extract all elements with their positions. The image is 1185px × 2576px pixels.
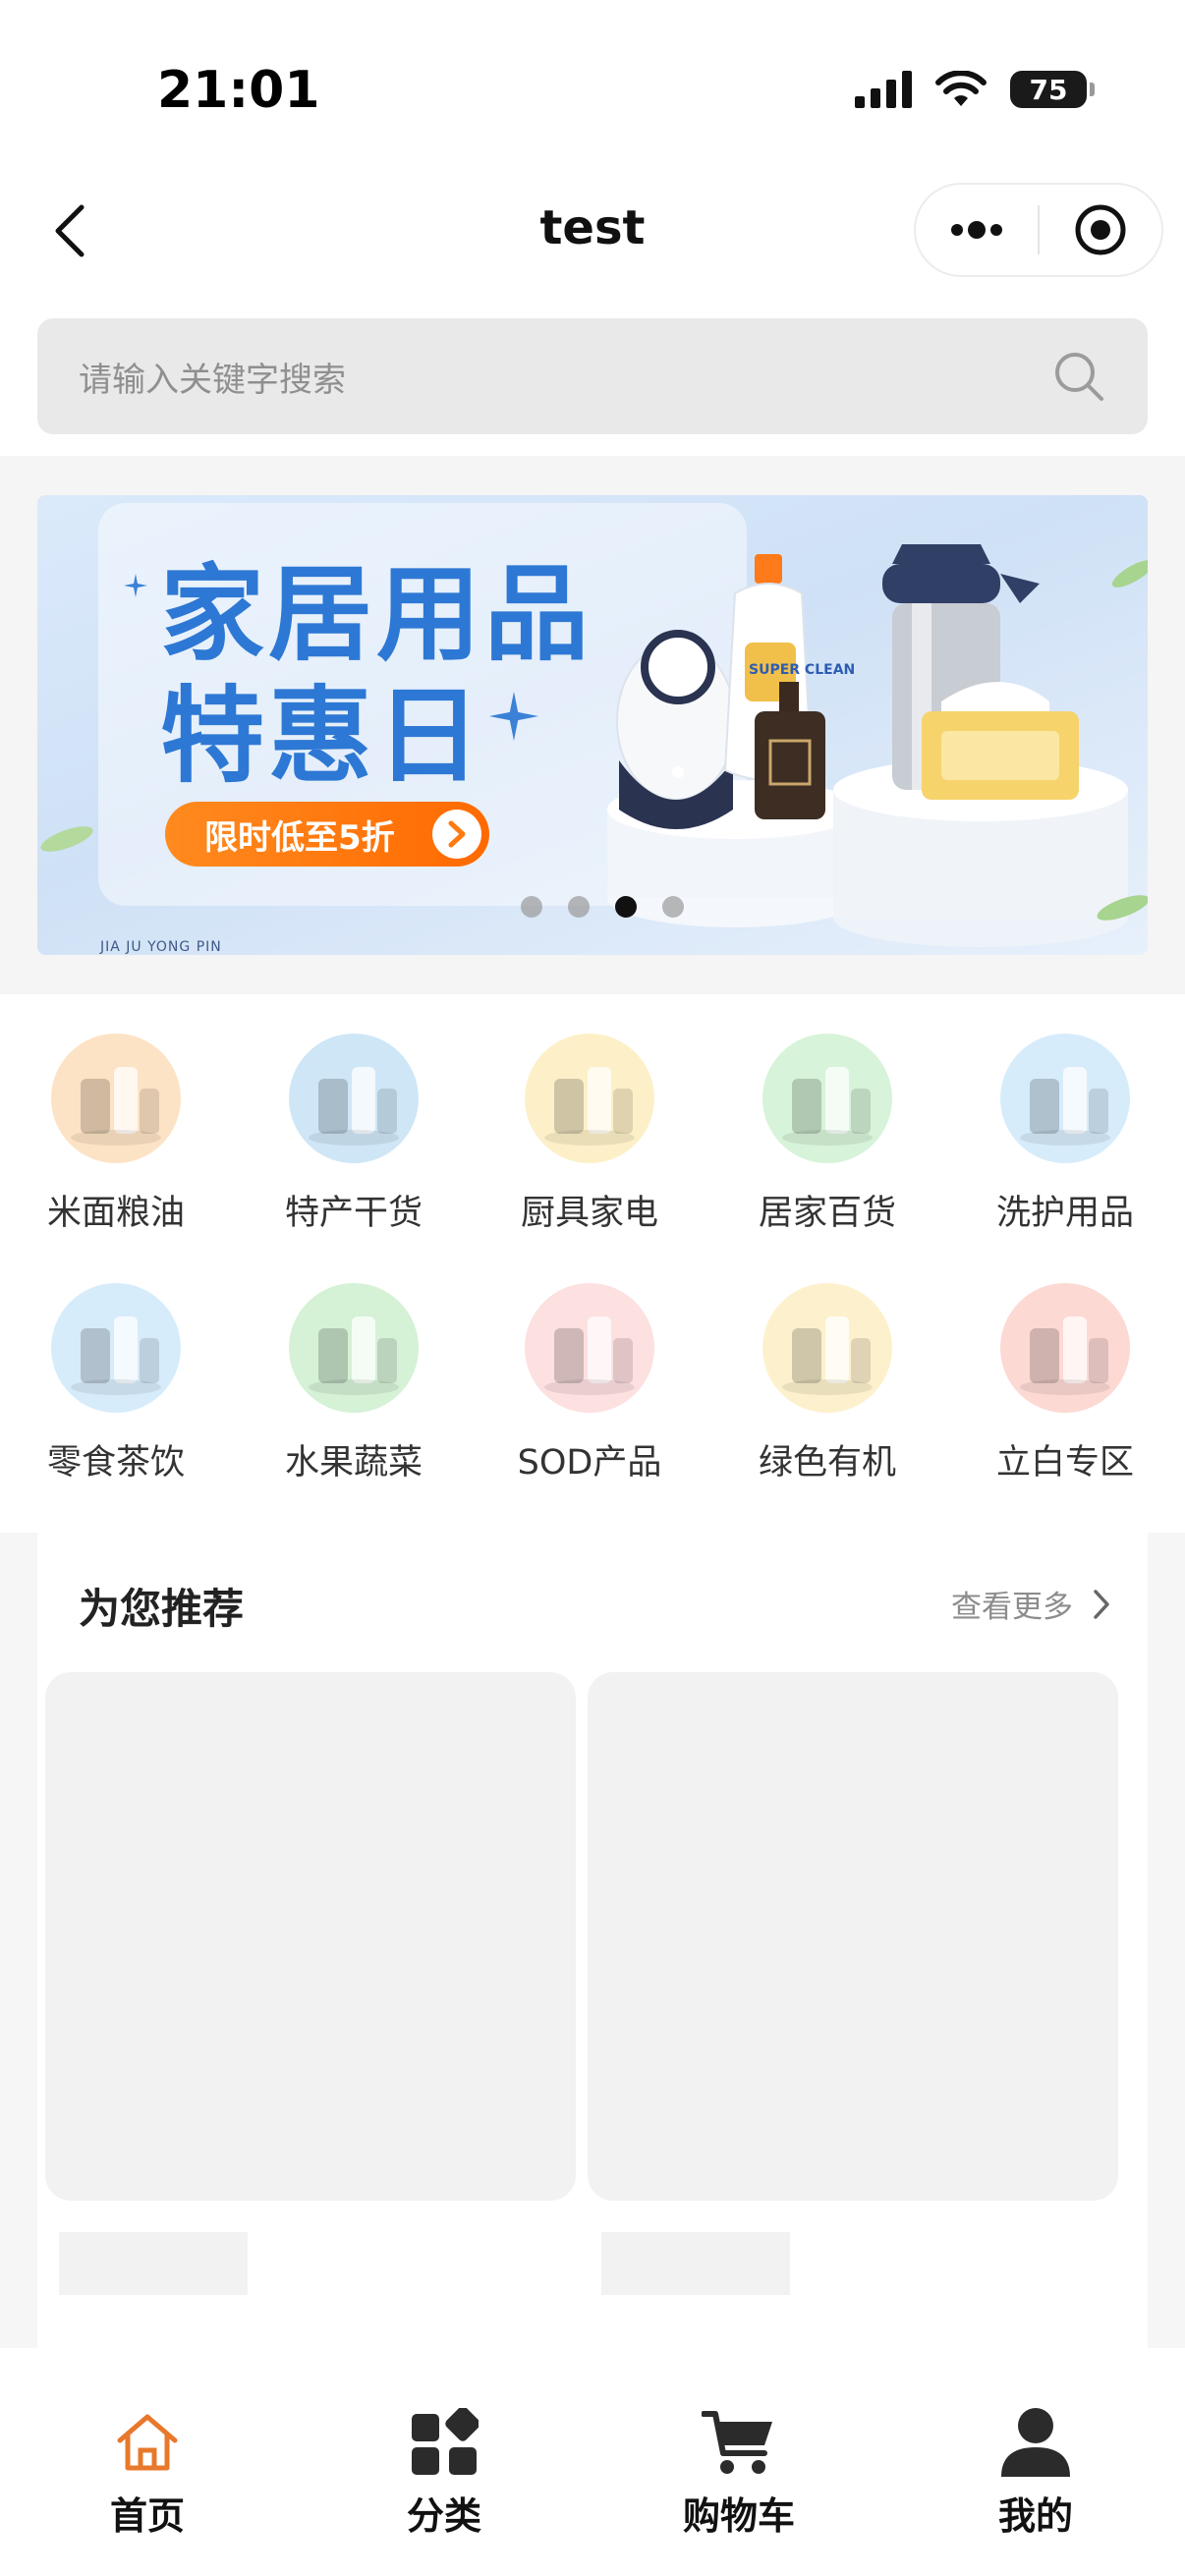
sod-product-icon: [525, 1283, 654, 1413]
battery-icon: 75: [1010, 71, 1095, 108]
carousel-dot[interactable]: [662, 896, 684, 918]
signal-icon: [855, 71, 912, 108]
snacks-tea-icon: [51, 1283, 181, 1413]
search-placeholder: 请输入关键字搜索: [79, 360, 346, 400]
category-item[interactable]: 洗护用品: [967, 1034, 1163, 1235]
category-item[interactable]: 厨具家电: [491, 1034, 688, 1235]
product-image-placeholder[interactable]: [45, 1672, 576, 2201]
category-item[interactable]: SOD产品: [491, 1283, 688, 1484]
banner-section: 家居用品 特惠日 限时低至5折 JIA JU YONG PIN SUPER CL…: [0, 456, 1185, 994]
status-bar: 21:01 75: [0, 0, 1185, 167]
tab-bar: 首页 分类 购物车 我的: [0, 2348, 1185, 2576]
category-label: 特产干货: [284, 1194, 423, 1233]
arrow-right-icon: [432, 810, 481, 859]
tab-cart[interactable]: 购物车: [641, 2405, 837, 2540]
recommend-title: 为您推荐: [79, 1585, 245, 1633]
tab-profile[interactable]: 我的: [937, 2405, 1134, 2540]
tab-cart-label: 购物车: [682, 2494, 795, 2538]
banner-promo-button[interactable]: 限时低至5折: [165, 802, 489, 867]
banner-promo-label: 限时低至5折: [204, 817, 395, 858]
sparkle-icon: [124, 574, 147, 597]
category-label: 立白专区: [995, 1443, 1134, 1483]
category-label: 居家百货: [758, 1194, 896, 1233]
view-more-link[interactable]: 查看更多: [951, 1582, 1110, 1626]
tab-home[interactable]: 首页: [49, 2405, 246, 2540]
organic-icon: [762, 1283, 892, 1413]
kitchen-appliance-icon: [525, 1034, 654, 1163]
carousel-indicator: [37, 896, 1148, 918]
product-title-placeholder: [59, 2232, 248, 2295]
back-button[interactable]: [39, 196, 98, 265]
tab-category[interactable]: 分类: [346, 2405, 542, 2540]
toiletries-icon: [1000, 1034, 1130, 1163]
tab-home-label: 首页: [109, 2494, 185, 2538]
category-label: SOD产品: [517, 1443, 662, 1483]
wifi-icon: [935, 71, 987, 106]
category-grid: 米面粮油 特产干货 厨具家电 居家百货 洗护用品零食茶饮 水果蔬菜 SOD产品 绿色有机 立白专…: [0, 994, 1185, 1533]
dried-goods-icon: [289, 1034, 419, 1163]
category-label: 厨具家电: [520, 1194, 658, 1233]
category-label: 洗护用品: [995, 1194, 1134, 1233]
product-label: SUPER CLEAN: [749, 662, 855, 678]
fruit-veg-icon: [289, 1283, 419, 1413]
category-item[interactable]: 绿色有机: [729, 1283, 926, 1484]
status-icons: 75: [855, 71, 1095, 108]
miniprogram-capsule: [914, 183, 1163, 277]
category-icon: [346, 2405, 542, 2480]
recommend-section: 为您推荐 查看更多: [0, 1533, 1185, 2348]
carousel-dot[interactable]: [568, 896, 590, 918]
product-illustration: SUPER CLEAN: [607, 544, 1148, 947]
product-title-placeholder: [601, 2232, 790, 2295]
category-label: 米面粮油: [46, 1194, 185, 1233]
household-icon: [762, 1034, 892, 1163]
category-label: 零食茶饮: [46, 1443, 185, 1483]
product-image-placeholder[interactable]: [588, 1672, 1118, 2201]
carousel-dot[interactable]: [521, 896, 542, 918]
more-button[interactable]: [916, 185, 1038, 275]
search-input[interactable]: 请输入关键字搜索: [37, 318, 1148, 434]
search-icon[interactable]: [1051, 349, 1106, 404]
tab-category-label: 分类: [406, 2494, 481, 2538]
view-more-label: 查看更多: [951, 1590, 1073, 1625]
category-label: 水果蔬菜: [284, 1443, 423, 1483]
liby-zone-icon: [1000, 1283, 1130, 1413]
cart-icon: [641, 2405, 837, 2480]
category-item[interactable]: 居家百货: [729, 1034, 926, 1235]
close-miniprogram-button[interactable]: [1040, 185, 1161, 275]
carousel-dot-active[interactable]: [615, 896, 637, 918]
banner-small-text: JIA JU YONG PIN: [100, 939, 222, 955]
category-label: 绿色有机: [758, 1443, 896, 1483]
grain-oil-icon: [51, 1034, 181, 1163]
tab-profile-label: 我的: [997, 2494, 1073, 2538]
profile-icon: [937, 2405, 1134, 2480]
status-time: 21:01: [157, 61, 320, 120]
category-item[interactable]: 米面粮油: [18, 1034, 214, 1235]
leaf-decoration: [40, 826, 93, 852]
home-icon: [49, 2405, 246, 2480]
target-icon: [1075, 204, 1126, 255]
chevron-left-icon: [55, 204, 85, 257]
category-item[interactable]: 特产干货: [255, 1034, 452, 1235]
more-dots-icon: [951, 221, 1002, 239]
chevron-right-icon: [1094, 1589, 1109, 1619]
banner-carousel[interactable]: 家居用品 特惠日 限时低至5折 JIA JU YONG PIN SUPER CL…: [37, 495, 1148, 955]
recommend-card: 为您推荐 查看更多: [37, 1533, 1148, 2348]
category-item[interactable]: 零食茶饮: [18, 1283, 214, 1484]
nav-bar: test: [0, 167, 1185, 295]
category-item[interactable]: 立白专区: [967, 1283, 1163, 1484]
category-item[interactable]: 水果蔬菜: [255, 1283, 452, 1484]
